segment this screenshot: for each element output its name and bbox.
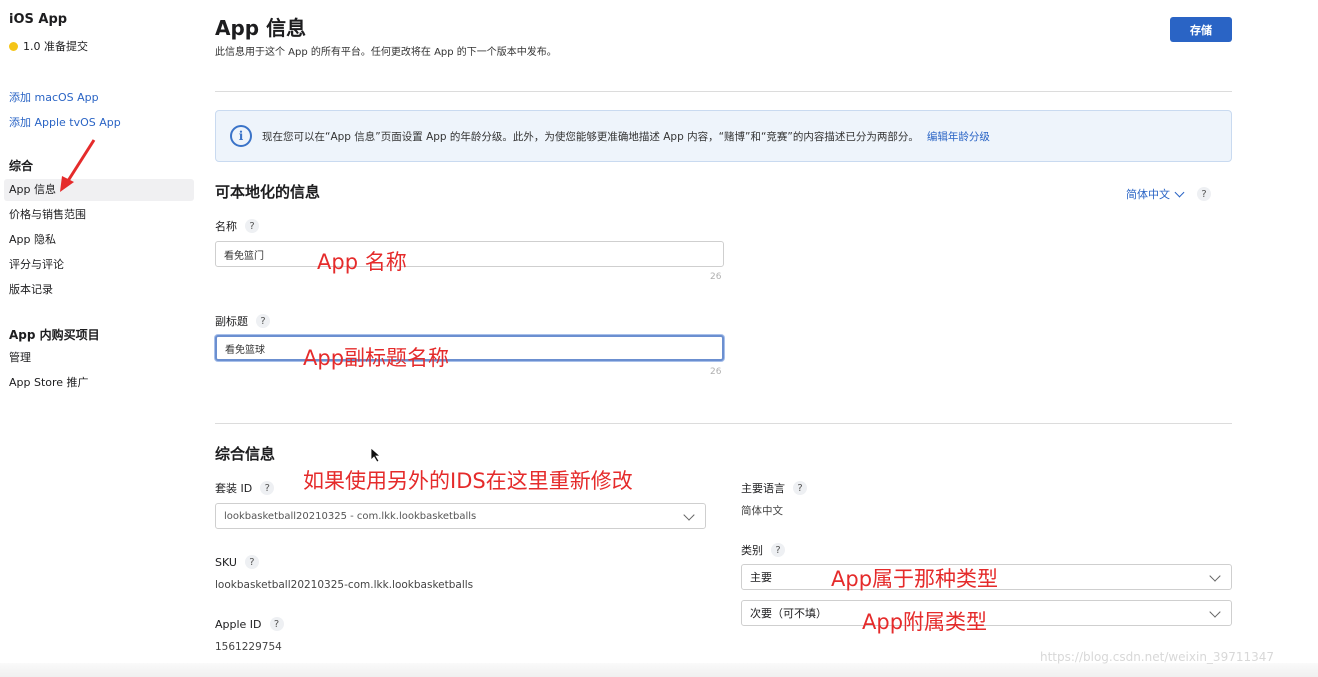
- sidebar-item-version-history[interactable]: 版本记录: [4, 279, 194, 301]
- help-icon[interactable]: ?: [256, 314, 270, 328]
- page-subtitle: 此信息用于这个 App 的所有平台。任何更改将在 App 的下一个版本中发布。: [215, 47, 557, 58]
- sidebar-section-general: 综合: [9, 159, 34, 173]
- name-label-text: 名称: [215, 220, 237, 233]
- bundle-id-value: lookbasketball20210325 - com.lkk.lookbas…: [224, 510, 477, 522]
- localizable-section-title: 可本地化的信息: [215, 183, 321, 201]
- category-label: 类别 ?: [741, 542, 785, 558]
- primary-category-value: 主要: [750, 571, 772, 584]
- bottom-bar: [0, 663, 1318, 677]
- sku-label-text: SKU: [215, 555, 237, 569]
- status-dot-icon: [9, 41, 18, 51]
- help-icon[interactable]: ?: [245, 219, 259, 233]
- chevron-down-icon: [1174, 187, 1185, 197]
- version-status[interactable]: 1.0 准备提交: [9, 38, 88, 54]
- sidebar-item-privacy[interactable]: App 隐私: [4, 229, 194, 251]
- sidebar-item-pricing[interactable]: 价格与销售范围: [4, 204, 194, 226]
- help-icon[interactable]: ?: [269, 617, 284, 631]
- save-button[interactable]: 存储: [1170, 17, 1232, 42]
- subtitle-input[interactable]: 看免篮球: [215, 335, 724, 361]
- subtitle-label: 副标题 ?: [215, 313, 270, 329]
- primary-language-label-text: 主要语言: [741, 482, 785, 495]
- version-status-label: 1.0 准备提交: [23, 40, 88, 53]
- bundle-id-label-text: 套装 ID: [215, 482, 253, 495]
- annotation-primary-category: App属于那种类型: [831, 567, 999, 591]
- annotation-app-name: App 名称: [317, 250, 407, 274]
- edit-age-rating-link[interactable]: 编辑年龄分级: [927, 129, 990, 144]
- mouse-cursor-icon: [370, 447, 382, 463]
- sidebar-item-app-info[interactable]: App 信息: [4, 179, 194, 201]
- info-icon: i: [230, 125, 252, 147]
- name-char-counter: 26: [710, 272, 722, 282]
- language-selector[interactable]: 简体中文 ?: [1126, 186, 1211, 202]
- apple-id-label-text: Apple ID: [215, 617, 262, 631]
- annotation-bundle-ids: 如果使用另外的IDS在这里重新修改: [303, 469, 633, 493]
- chevron-down-icon: [1209, 570, 1221, 582]
- sku-value: lookbasketball20210325-com.lkk.lookbaske…: [215, 579, 474, 591]
- help-icon[interactable]: ?: [260, 481, 275, 495]
- red-arrow-icon: [60, 139, 96, 192]
- help-icon[interactable]: ?: [244, 555, 259, 569]
- name-input[interactable]: 看免篮门: [215, 241, 724, 267]
- annotation-app-subtitle: App副标题名称: [303, 346, 450, 370]
- add-tvos-app-link[interactable]: 添加 Apple tvOS App: [9, 114, 121, 130]
- annotation-secondary-category: App附属类型: [862, 610, 988, 634]
- subtitle-char-counter: 26: [710, 367, 722, 377]
- add-macos-app-link[interactable]: 添加 macOS App: [9, 89, 99, 105]
- sidebar-section-iap: App 内购买项目: [9, 328, 100, 342]
- info-banner-text: 现在您可以在“App 信息”页面设置 App 的年龄分级。此外，为使您能够更准确…: [262, 130, 919, 143]
- sidebar: iOS App 1.0 准备提交 添加 macOS App 添加 Apple t…: [0, 0, 200, 677]
- bundle-id-select[interactable]: lookbasketball20210325 - com.lkk.lookbas…: [215, 503, 706, 529]
- info-banner: i 现在您可以在“App 信息”页面设置 App 的年龄分级。此外，为使您能够更…: [215, 110, 1232, 162]
- subtitle-label-text: 副标题: [215, 315, 248, 328]
- page-title: App 信息: [215, 16, 307, 40]
- sku-label: SKU ?: [215, 555, 259, 569]
- sidebar-item-manage[interactable]: 管理: [4, 347, 194, 369]
- name-label: 名称 ?: [215, 218, 259, 234]
- primary-language-value: 简体中文: [741, 505, 783, 517]
- bundle-id-label: 套装 ID ?: [215, 480, 275, 496]
- watermark: https://blog.csdn.net/weixin_39711347: [1040, 650, 1275, 664]
- category-label-text: 类别: [741, 544, 763, 557]
- divider: [215, 423, 1232, 424]
- divider: [215, 91, 1232, 92]
- chevron-down-icon: [1209, 606, 1221, 618]
- sidebar-item-app-store-promo[interactable]: App Store 推广: [4, 372, 194, 394]
- app-platform-title: iOS App: [9, 12, 68, 27]
- chevron-down-icon: [683, 509, 695, 521]
- secondary-category-value: 次要（可不填）: [750, 607, 827, 620]
- apple-id-label: Apple ID ?: [215, 617, 284, 631]
- general-section-title: 综合信息: [215, 445, 276, 463]
- language-selector-label: 简体中文: [1126, 188, 1170, 201]
- apple-id-value: 1561229754: [215, 641, 282, 653]
- primary-language-label: 主要语言 ?: [741, 480, 807, 496]
- sidebar-item-ratings[interactable]: 评分与评论: [4, 254, 194, 276]
- help-icon[interactable]: ?: [793, 481, 807, 495]
- help-icon[interactable]: ?: [771, 543, 785, 557]
- help-icon[interactable]: ?: [1197, 187, 1211, 201]
